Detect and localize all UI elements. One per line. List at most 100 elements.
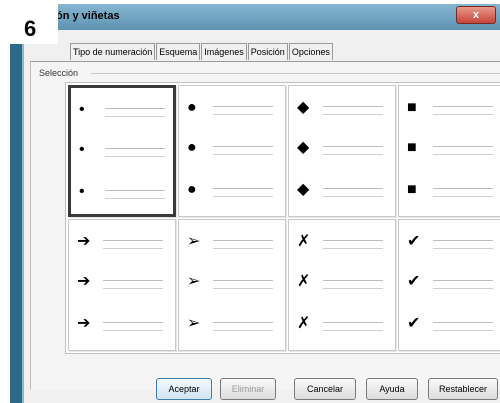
preview-text-line: [433, 322, 493, 323]
preview-text-line: [105, 116, 165, 117]
preview-text-line: [213, 288, 273, 289]
selection-label: Selección: [39, 68, 79, 78]
preview-text-line: [433, 188, 493, 189]
preview-text-line: [323, 114, 383, 115]
square-bullet-icon: ■: [407, 181, 417, 198]
preview-text-line: [323, 154, 383, 155]
bullet-style-option[interactable]: ➢ ➢ ➢: [178, 219, 286, 351]
preview-text-line: [213, 154, 273, 155]
arrowhead-bullet-icon: ➢: [187, 315, 201, 332]
tab-panel: Selección • • • ● ● ● ◆ ◆ ◆ ■ ■ ■ ➔ ➔ ➔ ➢ ➢ ➢ ✗ ✗ ✗ ✔ ✔ ✔: [30, 61, 500, 390]
preview-text-line: [103, 248, 163, 249]
large-dot-bullet-icon: ●: [187, 99, 197, 116]
selection-divider: [91, 73, 500, 74]
preview-text-line: [213, 146, 273, 147]
preview-text-line: [433, 240, 493, 241]
preview-text-line: [103, 288, 163, 289]
bullet-style-option[interactable]: ● ● ●: [178, 85, 286, 217]
bullet-preview-line: ✗: [289, 232, 395, 252]
step-number: 6: [24, 16, 37, 41]
dialog-window: ón y viñetas x Tipo de numeración Esquem…: [10, 4, 500, 403]
preview-text-line: [213, 106, 273, 107]
small-dot-bullet-icon: •: [79, 101, 85, 118]
arrow-bullet-icon: ➔: [77, 273, 91, 290]
bullet-preview-line: ➢: [179, 314, 285, 334]
tab-position[interactable]: Posición: [247, 43, 288, 60]
preview-text-line: [433, 280, 493, 281]
bullet-preview-line: ➔: [69, 314, 175, 334]
bullet-preview-line: ◆: [289, 180, 395, 200]
small-dot-bullet-icon: •: [79, 141, 85, 158]
checkmark-bullet-icon: ✔: [407, 315, 421, 332]
bullet-preview-line: ■: [399, 180, 500, 200]
arrow-bullet-icon: ➔: [77, 315, 91, 332]
window-title: ón y viñetas: [56, 10, 120, 22]
preview-text-line: [323, 248, 383, 249]
bullet-preview-line: ■: [399, 98, 500, 118]
close-button[interactable]: x: [456, 6, 496, 24]
bullet-preview-line: ➔: [69, 232, 175, 252]
reset-button[interactable]: Restablecer: [428, 378, 498, 400]
preview-text-line: [213, 240, 273, 241]
preview-text-line: [433, 330, 493, 331]
preview-text-line: [433, 196, 493, 197]
bullet-style-grid: • • • ● ● ● ◆ ◆ ◆ ■ ■ ■ ➔ ➔ ➔ ➢ ➢ ➢ ✗ ✗ ✗ ✔ ✔ ✔: [65, 82, 500, 354]
preview-text-line: [323, 288, 383, 289]
preview-text-line: [433, 146, 493, 147]
bullet-style-option[interactable]: ■ ■ ■: [398, 85, 500, 217]
tab-outline[interactable]: Esquema: [156, 43, 201, 60]
bullet-preview-line: ✔: [399, 272, 500, 292]
accept-button[interactable]: Aceptar: [156, 378, 212, 400]
tab-images[interactable]: Imágenes: [201, 43, 247, 60]
bullet-preview-line: •: [71, 100, 173, 120]
bullet-style-option[interactable]: ✔ ✔ ✔: [398, 219, 500, 351]
bullet-preview-line: ◆: [289, 138, 395, 158]
bullet-preview-line: •: [71, 140, 173, 160]
bullet-preview-line: ◆: [289, 98, 395, 118]
x-mark-bullet-icon: ✗: [297, 233, 311, 250]
bullet-preview-line: ➔: [69, 272, 175, 292]
preview-text-line: [103, 322, 163, 323]
bullet-preview-line: ➢: [179, 272, 285, 292]
help-button[interactable]: Ayuda: [366, 378, 418, 400]
preview-text-line: [213, 322, 273, 323]
preview-text-line: [105, 190, 165, 191]
preview-text-line: [323, 330, 383, 331]
bullet-preview-line: ●: [179, 138, 285, 158]
tab-options[interactable]: Opciones: [288, 43, 333, 60]
preview-text-line: [105, 148, 165, 149]
bullet-style-option[interactable]: ◆ ◆ ◆: [288, 85, 396, 217]
preview-text-line: [323, 188, 383, 189]
dialog-body: Tipo de numeración Esquema Imágenes Posi…: [22, 30, 500, 403]
square-bullet-icon: ■: [407, 139, 417, 156]
button-bar: Aceptar Eliminar Cancelar Ayuda Restable…: [22, 378, 500, 402]
bullet-style-option[interactable]: ➔ ➔ ➔: [68, 219, 176, 351]
preview-text-line: [105, 108, 165, 109]
step-number-badge: 6: [0, 0, 58, 44]
title-bar: ón y viñetas x: [10, 4, 500, 30]
preview-text-line: [213, 114, 273, 115]
checkmark-bullet-icon: ✔: [407, 273, 421, 290]
bullet-preview-line: ✗: [289, 314, 395, 334]
tab-numbering-type[interactable]: Tipo de numeración: [70, 43, 156, 60]
window-border: [22, 30, 24, 403]
preview-text-line: [433, 248, 493, 249]
x-mark-bullet-icon: ✗: [297, 315, 311, 332]
bullet-preview-line: ✔: [399, 232, 500, 252]
diamond-bullet-icon: ◆: [297, 181, 310, 198]
delete-button[interactable]: Eliminar: [220, 378, 276, 400]
bullet-preview-line: ●: [179, 180, 285, 200]
bullet-preview-line: •: [71, 182, 173, 202]
preview-text-line: [103, 330, 163, 331]
close-icon: x: [472, 9, 480, 21]
preview-text-line: [213, 280, 273, 281]
preview-text-line: [323, 322, 383, 323]
small-dot-bullet-icon: •: [79, 183, 85, 200]
preview-text-line: [433, 154, 493, 155]
preview-text-line: [105, 198, 165, 199]
cancel-button[interactable]: Cancelar: [294, 378, 356, 400]
large-dot-bullet-icon: ●: [187, 181, 197, 198]
x-mark-bullet-icon: ✗: [297, 273, 311, 290]
bullet-style-option[interactable]: ✗ ✗ ✗: [288, 219, 396, 351]
bullet-style-option[interactable]: • • •: [68, 85, 176, 217]
